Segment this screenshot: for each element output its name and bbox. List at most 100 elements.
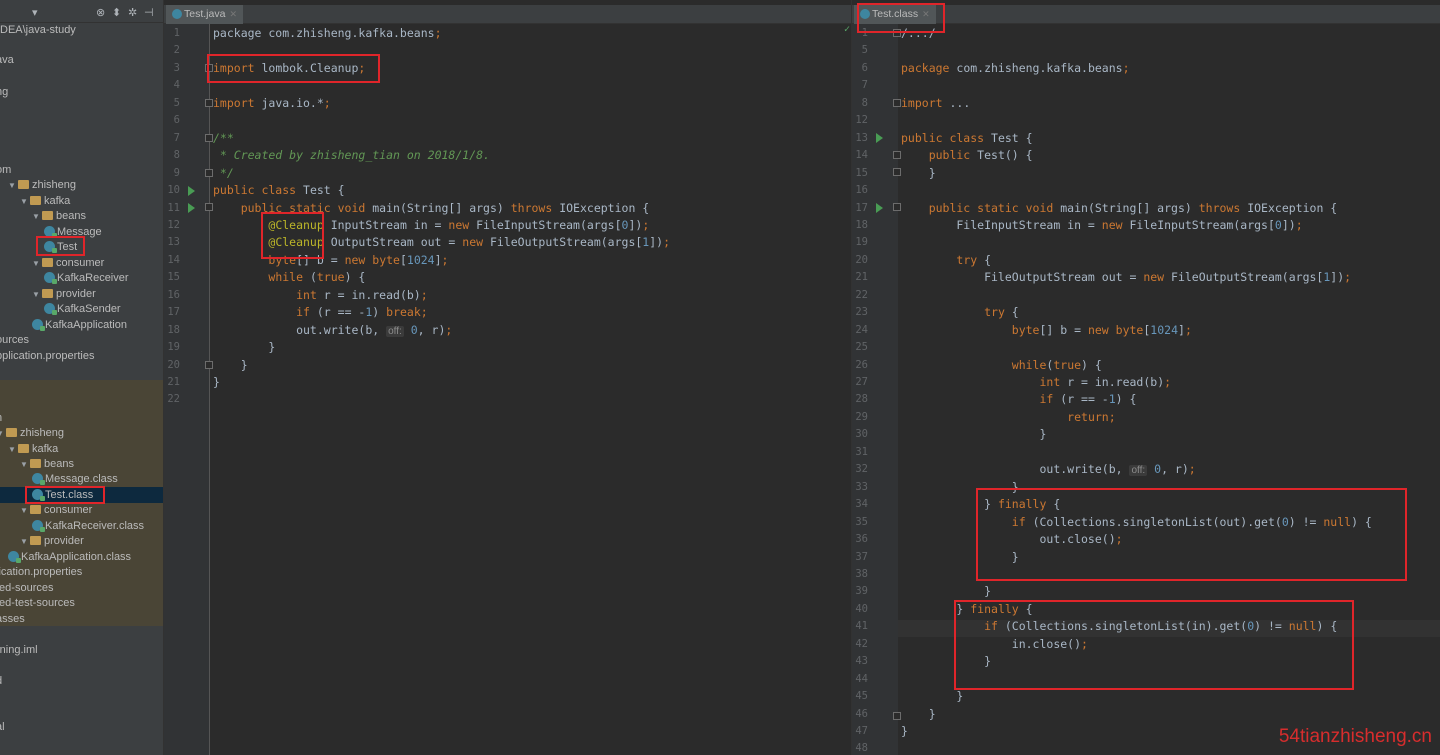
tree-item[interactable]: al: [0, 719, 5, 735]
fold-marker-icon[interactable]: [893, 151, 901, 159]
tree-item-label: consumer: [56, 257, 105, 269]
tree-item[interactable]: KafkaReceiver.class: [32, 518, 144, 534]
line-number: 8: [173, 149, 180, 162]
tree-item[interactable]: ▼ consumer: [32, 255, 104, 271]
code-token: public class: [901, 130, 992, 145]
expand-arrow-icon[interactable]: ▼: [20, 503, 30, 519]
code-line: }: [213, 374, 220, 391]
tree-item[interactable]: KafkaSender: [44, 301, 121, 317]
tree-item[interactable]: KafkaApplication.class: [8, 549, 131, 565]
expand-arrow-icon[interactable]: ▼: [32, 287, 42, 303]
tree-item[interactable]: ▼ beans: [20, 456, 74, 472]
code-token: out.write(b,: [901, 462, 1130, 477]
code-token: FileOutputStream(args[: [489, 235, 643, 250]
tree-item[interactable]: ted-test-sources: [0, 595, 75, 611]
code-token: 1: [1108, 392, 1116, 407]
fold-marker-icon[interactable]: [893, 99, 901, 107]
code-token: ) {: [1115, 392, 1137, 407]
fold-marker-icon[interactable]: [205, 203, 213, 211]
tree-item-label: KafkaApplication: [45, 319, 127, 331]
tree-item[interactable]: ▼ provider: [20, 533, 84, 549]
line-number: 16: [167, 288, 180, 301]
run-gutter-icon[interactable]: [188, 203, 195, 213]
tree-item[interactable]: d: [0, 673, 2, 689]
editor-test-java[interactable]: Test.java ✕ ✓: [163, 0, 852, 755]
code-token: main: [372, 200, 400, 215]
code-line: }: [901, 723, 908, 740]
tree-item[interactable]: ▼ kafka: [20, 193, 70, 209]
tree-item[interactable]: ▼ zhisheng: [8, 177, 76, 193]
fold-marker-icon[interactable]: [893, 168, 901, 176]
line-number: 35: [855, 515, 868, 528]
fold-marker-icon[interactable]: [205, 169, 213, 177]
tree-item[interactable]: pplication.properties: [0, 348, 94, 364]
expand-arrow-icon[interactable]: ▼: [8, 178, 18, 194]
line-number: 30: [855, 428, 868, 441]
tree-item[interactable]: ng: [0, 84, 8, 100]
tree-item[interactable]: ava: [0, 52, 14, 68]
hide-panel-icon[interactable]: ⊣: [144, 7, 154, 19]
code-line: package com.zhisheng.kafka.beans;: [901, 60, 1130, 77]
tree-item[interactable]: ▼zhisheng: [0, 425, 64, 441]
fold-marker-icon[interactable]: [205, 99, 213, 107]
expand-arrow-icon[interactable]: ▼: [32, 209, 42, 225]
code-token: OutputStream out =: [330, 235, 463, 250]
run-gutter-icon[interactable]: [876, 203, 883, 213]
collapse-all-icon[interactable]: ⬍: [112, 7, 121, 19]
scroll-from-source-icon[interactable]: ⊗: [96, 7, 105, 19]
tree-item[interactable]: om: [0, 162, 11, 178]
tree-item[interactable]: KafkaReceiver: [44, 270, 129, 286]
dropdown-arrow-icon[interactable]: ▾: [32, 7, 38, 19]
run-gutter-icon[interactable]: [876, 133, 883, 143]
tree-item[interactable]: ▼ consumer: [20, 502, 92, 518]
expand-arrow-icon[interactable]: ▼: [32, 256, 42, 272]
fold-marker-icon[interactable]: [893, 203, 901, 211]
tree-item-label: provider: [56, 288, 96, 300]
tree-item[interactable]: ▼ beans: [32, 208, 86, 224]
tree-item[interactable]: rning.iml: [0, 642, 38, 658]
code-token: ;: [420, 287, 428, 302]
tree-item[interactable]: ted-sources: [0, 580, 53, 596]
tree-item[interactable]: lication.properties: [0, 564, 82, 580]
code-line: FileOutputStream out = new FileOutputStr…: [901, 269, 1351, 286]
run-gutter-icon[interactable]: [188, 186, 195, 196]
code-token: {: [1011, 305, 1019, 320]
tree-item[interactable]: n: [0, 410, 2, 426]
line-number: 38: [855, 567, 868, 580]
tree-item[interactable]: ▼ provider: [32, 286, 96, 302]
tree-item[interactable]: KafkaApplication: [32, 317, 127, 333]
tree-item[interactable]: ources: [0, 332, 29, 348]
expand-arrow-icon[interactable]: ▼: [20, 457, 30, 473]
folder-icon: [18, 180, 29, 189]
line-number: 39: [855, 585, 868, 598]
code-line: * Created by zhisheng_tian on 2018/1/8.: [213, 147, 490, 164]
tree-item-label: KafkaSender: [57, 303, 121, 315]
expand-arrow-icon[interactable]: ▼: [20, 534, 30, 550]
tree-item[interactable]: ▼ kafka: [8, 441, 58, 457]
tree-item[interactable]: Message.class: [32, 471, 118, 487]
line-number: 26: [855, 358, 868, 371]
close-icon[interactable]: ✕: [229, 9, 237, 19]
fold-marker-icon[interactable]: [893, 712, 901, 720]
tab-test-java[interactable]: Test.java ✕: [166, 5, 243, 24]
code-line: import java.io.*;: [213, 95, 331, 112]
gear-icon[interactable]: ✲: [128, 7, 137, 19]
tree-item-label: zhisheng: [32, 179, 77, 191]
line-number: 27: [855, 376, 868, 388]
code-token: try: [956, 252, 985, 267]
code-token: byte: [1115, 322, 1144, 337]
code-token: IOException {: [1247, 200, 1338, 215]
fold-marker-icon[interactable]: [205, 134, 213, 142]
line-number: 23: [855, 306, 868, 319]
expand-arrow-icon[interactable]: ▼: [20, 194, 30, 210]
tree-item-label: ources: [0, 334, 30, 346]
line-number: 19: [855, 236, 868, 249]
expand-arrow-icon[interactable]: ▼: [8, 442, 18, 458]
code-token: java.io.*: [261, 95, 324, 110]
fold-marker-icon[interactable]: [205, 361, 213, 369]
tree-item[interactable]: asses: [0, 611, 25, 627]
code-token: FileInputStream(args[: [1129, 217, 1275, 232]
tree-item-label: om: [0, 164, 12, 176]
